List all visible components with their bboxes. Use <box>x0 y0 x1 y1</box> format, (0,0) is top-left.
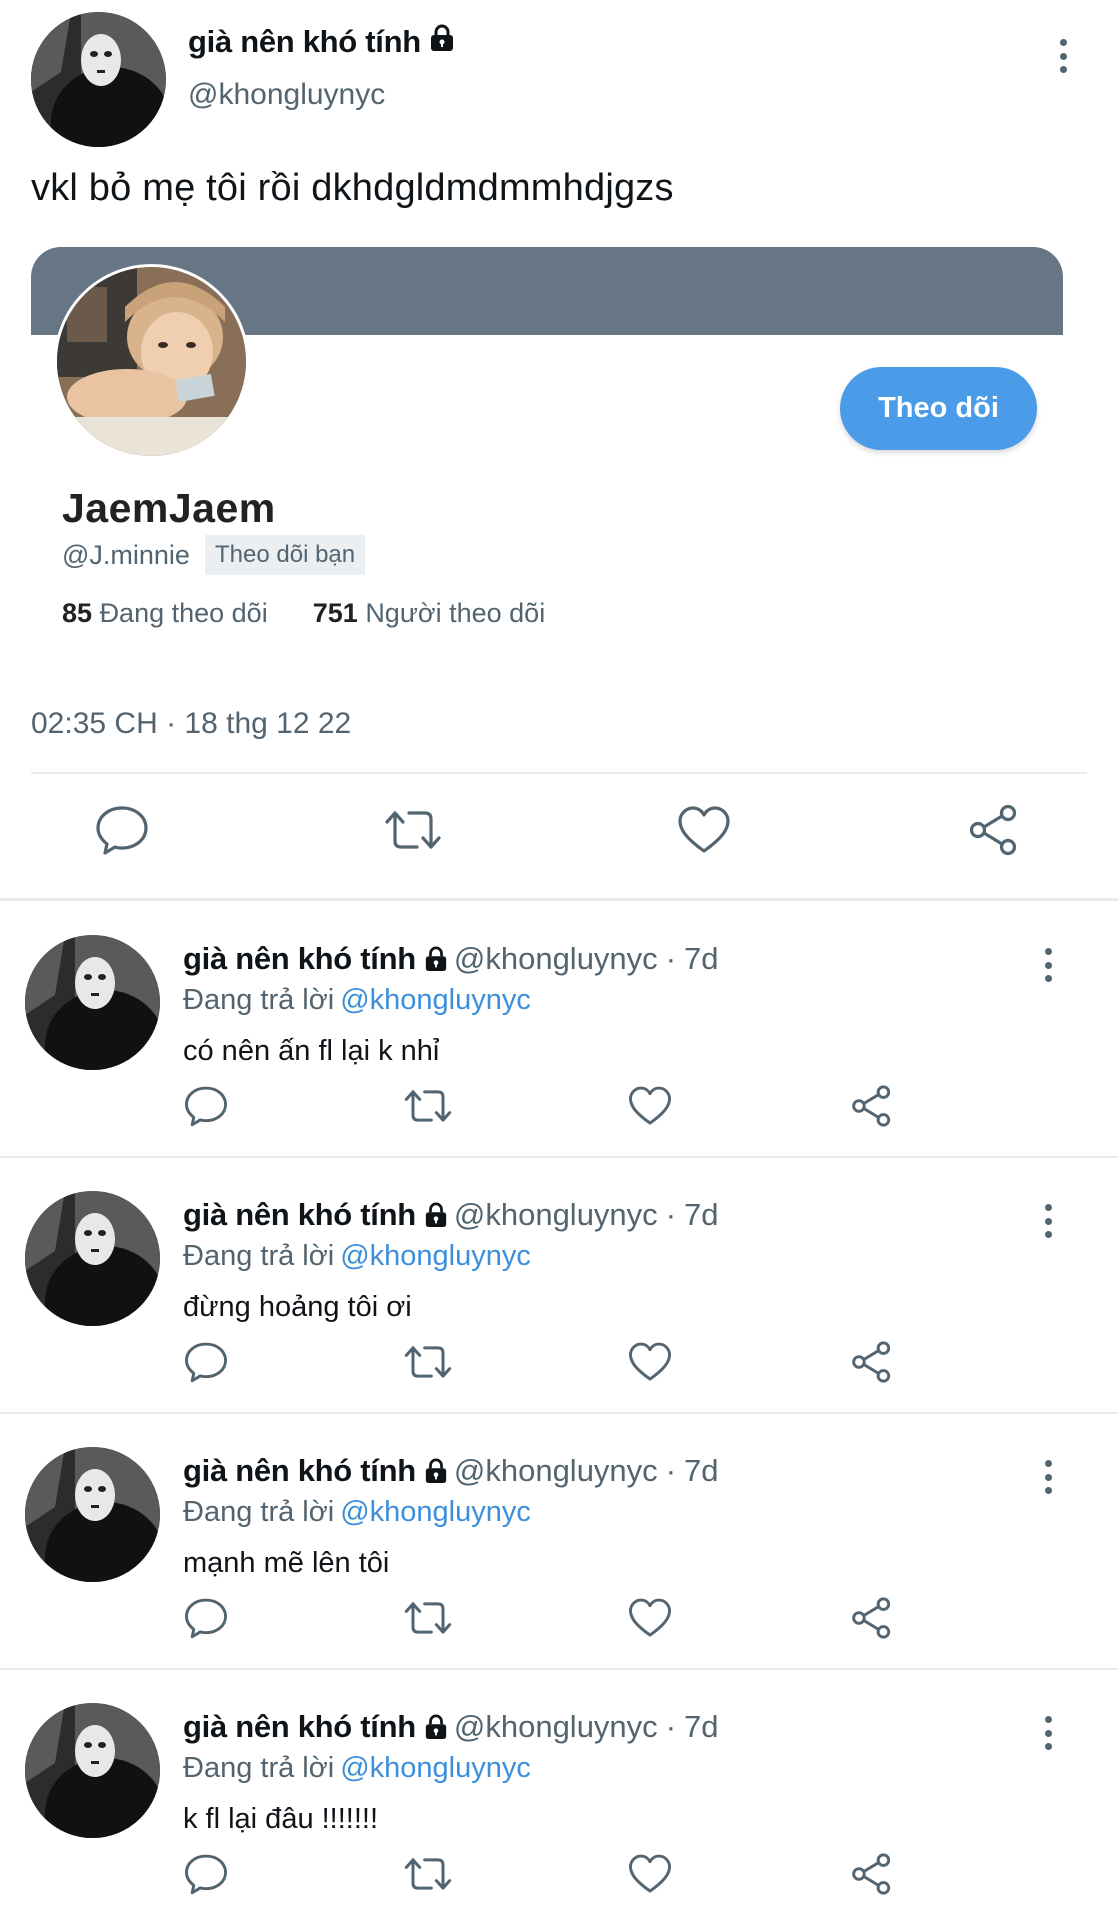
replying-label: Đang trả lời <box>183 1752 335 1784</box>
reply-tweet[interactable]: già nên khó tính @khongluynyc · 7d Đang … <box>0 1414 1118 1670</box>
author-name[interactable]: già nên khó tính <box>188 24 455 60</box>
separator-dot: · <box>665 1197 677 1232</box>
reply-actions <box>0 1592 1118 1644</box>
replying-label: Đang trả lời <box>183 984 335 1016</box>
profile-handle[interactable]: @J.minnie <box>62 540 190 571</box>
retweet-icon[interactable] <box>402 1080 454 1132</box>
reply-header: già nên khó tính @khongluynyc · 7d <box>183 941 719 977</box>
tweet-text: vkl bỏ mẹ tôi rồi dkhdgldmdmmhdjgzs <box>31 167 674 209</box>
follow-button[interactable]: Theo dõi <box>840 367 1037 450</box>
author-handle[interactable]: @khongluynyc <box>188 78 385 112</box>
more-options-icon[interactable] <box>1033 1454 1063 1500</box>
profile-stats: 85 Đang theo dõi 751 Người theo dõi <box>62 598 545 629</box>
author-avatar[interactable] <box>31 12 166 147</box>
reply-text: mạnh mẽ lên tôi <box>183 1547 390 1579</box>
retweet-icon[interactable] <box>402 1592 454 1644</box>
replying-to: Đang trả lời @khongluynyc <box>183 1496 531 1529</box>
replying-to-handle[interactable]: @khongluynyc <box>340 1496 531 1528</box>
separator-dot: · <box>665 1453 677 1488</box>
share-icon[interactable] <box>846 1592 898 1644</box>
replying-to: Đang trả lời @khongluynyc <box>183 1752 531 1785</box>
divider <box>31 772 1087 774</box>
share-icon[interactable] <box>964 800 1024 860</box>
main-tweet: già nên khó tính @khongluynyc vkl bỏ mẹ … <box>0 0 1118 901</box>
profile-name[interactable]: JaemJaem <box>62 485 276 532</box>
replying-label: Đang trả lời <box>183 1240 335 1272</box>
lock-icon <box>424 946 448 972</box>
follows-you-badge: Theo dõi bạn <box>205 535 366 575</box>
like-icon[interactable] <box>624 1080 676 1132</box>
reply-icon[interactable] <box>180 1848 232 1900</box>
lock-icon <box>424 1202 448 1228</box>
reply-text: có nên ấn fl lại k nhỉ <box>183 1035 440 1067</box>
reply-tweet[interactable]: già nên khó tính @khongluynyc · 7d Đang … <box>0 902 1118 1158</box>
share-icon[interactable] <box>846 1848 898 1900</box>
reply-time[interactable]: 7d <box>684 1197 718 1233</box>
reply-author-name[interactable]: già nên khó tính <box>183 1453 416 1489</box>
reply-author-avatar[interactable] <box>25 1191 160 1326</box>
share-icon[interactable] <box>846 1080 898 1132</box>
replying-to: Đang trả lời @khongluynyc <box>183 984 531 1017</box>
reply-author-name[interactable]: già nên khó tính <box>183 941 416 977</box>
profile-avatar[interactable] <box>54 264 249 459</box>
replying-to-handle[interactable]: @khongluynyc <box>340 984 531 1016</box>
replying-to-handle[interactable]: @khongluynyc <box>340 1752 531 1784</box>
retweet-icon[interactable] <box>402 1336 454 1388</box>
profile-card[interactable]: Theo dõi JaemJaem @J.minnie Theo dõi bạn… <box>31 247 1063 667</box>
like-icon[interactable] <box>674 800 734 860</box>
reply-tweet[interactable]: già nên khó tính @khongluynyc · 7d Đang … <box>0 1158 1118 1414</box>
more-options-icon[interactable] <box>1033 1710 1063 1756</box>
reply-time[interactable]: 7d <box>684 941 718 977</box>
reply-author-handle[interactable]: @khongluynyc <box>454 1197 658 1233</box>
more-options-icon[interactable] <box>1048 33 1078 79</box>
reply-text: đừng hoảng tôi ơi <box>183 1291 412 1323</box>
lock-icon <box>424 1458 448 1484</box>
replying-to: Đang trả lời @khongluynyc <box>183 1240 531 1273</box>
reply-icon[interactable] <box>180 1336 232 1388</box>
reply-author-name[interactable]: già nên khó tính <box>183 1197 416 1233</box>
following-count[interactable]: 85 <box>62 598 92 628</box>
like-icon[interactable] <box>624 1336 676 1388</box>
reply-author-handle[interactable]: @khongluynyc <box>454 1453 658 1489</box>
replying-label: Đang trả lời <box>183 1496 335 1528</box>
reply-author-avatar[interactable] <box>25 1447 160 1582</box>
reply-time[interactable]: 7d <box>684 1453 718 1489</box>
tweet-timestamp[interactable]: 02:35 CH · 18 thg 12 22 <box>31 707 351 741</box>
reply-header: già nên khó tính @khongluynyc · 7d <box>183 1197 719 1233</box>
reply-header: già nên khó tính @khongluynyc · 7d <box>183 1453 719 1489</box>
followers-label[interactable]: Người theo dõi <box>365 598 545 628</box>
like-icon[interactable] <box>624 1848 676 1900</box>
reply-author-avatar[interactable] <box>25 1703 160 1838</box>
lock-icon <box>429 24 455 60</box>
reply-icon[interactable] <box>92 800 152 860</box>
reply-author-handle[interactable]: @khongluynyc <box>454 1709 658 1745</box>
reply-icon[interactable] <box>180 1080 232 1132</box>
reply-tweet[interactable]: già nên khó tính @khongluynyc · 7d Đang … <box>0 1670 1118 1920</box>
reply-author-avatar[interactable] <box>25 935 160 1070</box>
reply-actions <box>0 1848 1118 1900</box>
lock-icon <box>424 1714 448 1740</box>
separator-dot: · <box>665 1709 677 1744</box>
replying-to-handle[interactable]: @khongluynyc <box>340 1240 531 1272</box>
following-label[interactable]: Đang theo dõi <box>100 598 268 628</box>
reply-time[interactable]: 7d <box>684 1709 718 1745</box>
tweet-actions <box>0 800 1118 870</box>
reply-icon[interactable] <box>180 1592 232 1644</box>
retweet-icon[interactable] <box>402 1848 454 1900</box>
reply-actions <box>0 1080 1118 1132</box>
reply-header: già nên khó tính @khongluynyc · 7d <box>183 1709 719 1745</box>
reply-actions <box>0 1336 1118 1388</box>
separator-dot: · <box>665 941 677 976</box>
like-icon[interactable] <box>624 1592 676 1644</box>
share-icon[interactable] <box>846 1336 898 1388</box>
divider <box>0 898 1118 901</box>
more-options-icon[interactable] <box>1033 942 1063 988</box>
reply-author-handle[interactable]: @khongluynyc <box>454 941 658 977</box>
followers-count[interactable]: 751 <box>313 598 358 628</box>
reply-author-name[interactable]: già nên khó tính <box>183 1709 416 1745</box>
reply-text: k fl lại đâu !!!!!!! <box>183 1803 379 1835</box>
author-name-text: già nên khó tính <box>188 24 421 59</box>
retweet-icon[interactable] <box>383 800 443 860</box>
more-options-icon[interactable] <box>1033 1198 1063 1244</box>
